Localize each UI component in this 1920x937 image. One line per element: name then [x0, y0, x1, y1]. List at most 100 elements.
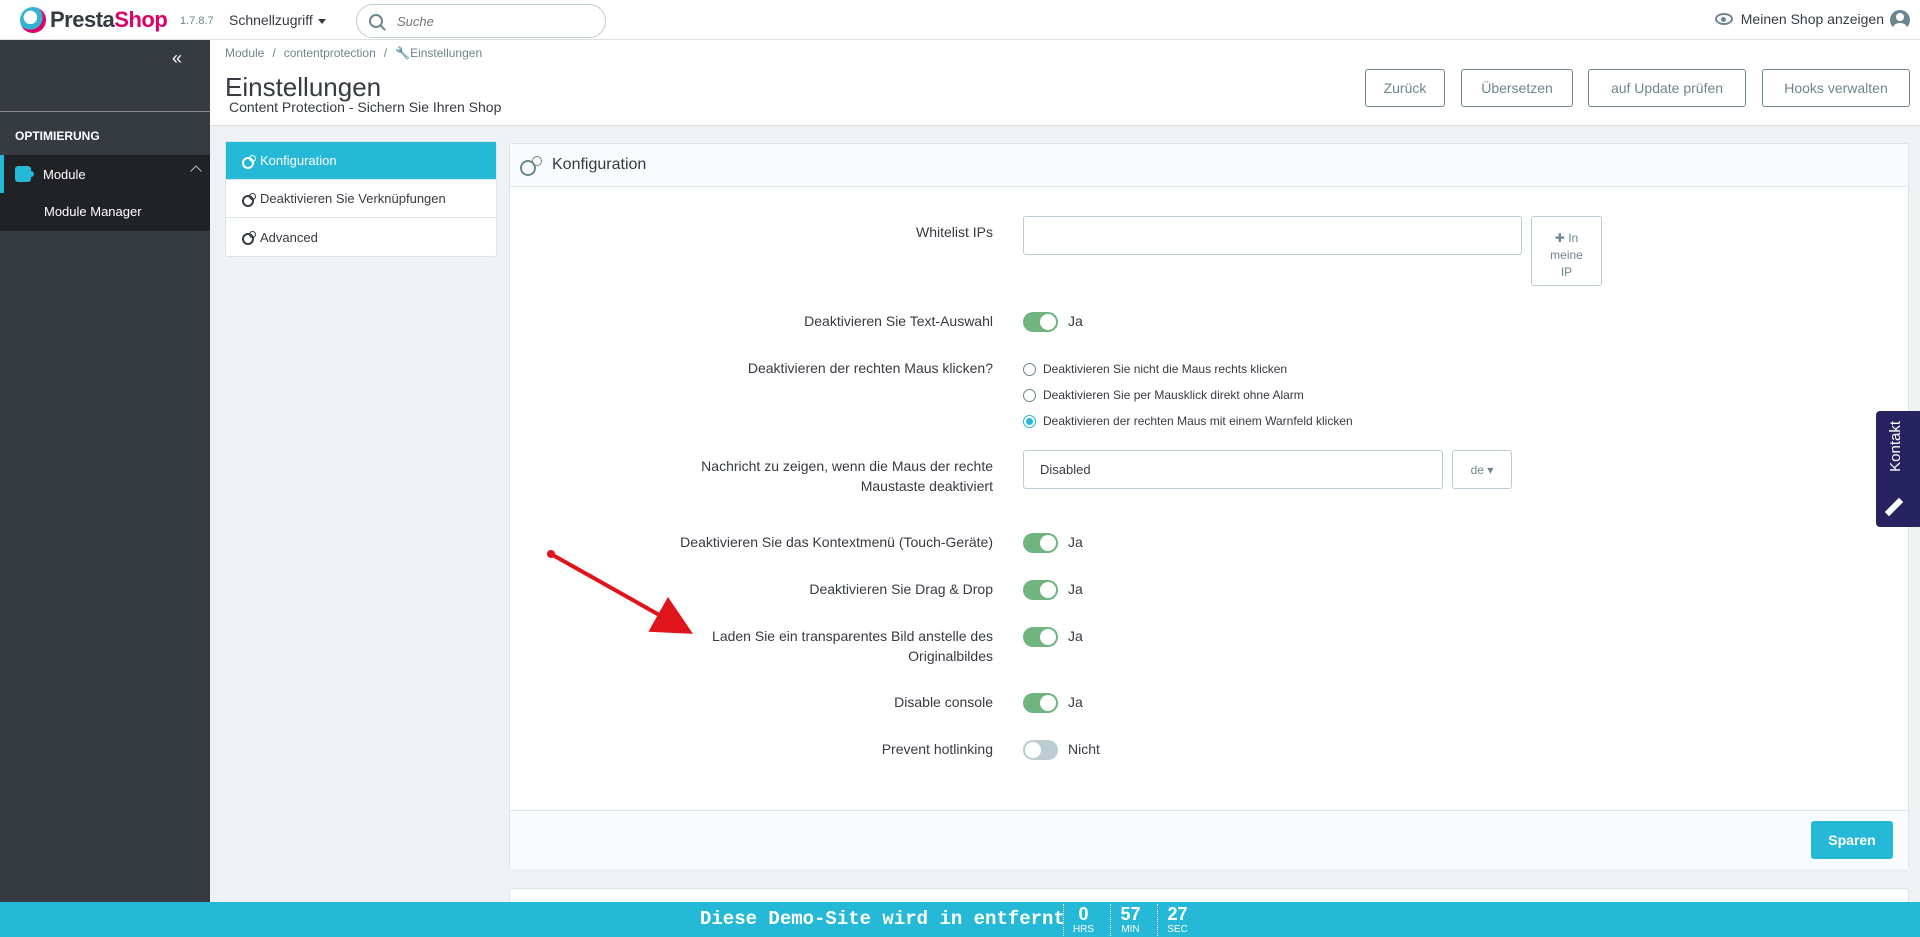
countdown-minutes-value: 57: [1120, 904, 1141, 924]
right-click-option-3[interactable]: Deaktivieren der rechten Maus mit einem …: [1023, 414, 1353, 428]
manage-hooks-button[interactable]: Hooks verwalten: [1762, 69, 1910, 107]
cogs-icon: [242, 192, 256, 207]
radio-button-selected[interactable]: [1023, 414, 1036, 428]
search-box[interactable]: [356, 4, 606, 38]
whitelist-ips-label: Whitelist IPs: [915, 224, 993, 240]
prestashop-logo[interactable]: PrestaShop: [20, 7, 168, 33]
text-selection-toggle[interactable]: [1023, 312, 1058, 332]
annotation-arrow: [547, 550, 693, 634]
prevent-hotlinking-value: Nicht: [1068, 741, 1100, 757]
countdown-hours-unit: HRS: [1072, 924, 1095, 935]
eye-icon: [1714, 13, 1733, 25]
countdown-hours-value: 0: [1078, 904, 1089, 924]
disable-console-value: Ja: [1068, 694, 1083, 710]
right-click-option-2[interactable]: Deaktivieren Sie per Mausklick direkt oh…: [1023, 388, 1304, 402]
tab-konfiguration[interactable]: Konfiguration: [226, 142, 496, 180]
tab-advanced[interactable]: Advanced: [226, 218, 496, 256]
transparent-image-value: Ja: [1068, 628, 1083, 644]
contact-label: Kontakt: [1887, 421, 1904, 472]
sidebar: « OPTIMIERUNG Module Module Manager: [0, 40, 210, 937]
logo-text-shop: Shop: [114, 7, 168, 32]
text-selection-label: Deaktivieren Sie Text-Auswahl: [804, 313, 993, 329]
cogs-icon: [520, 156, 542, 176]
transparent-label-line-1: Laden Sie ein transparentes Bild anstell…: [712, 628, 993, 644]
panel-footer: Sparen: [510, 810, 1908, 869]
countdown-seconds: 27 SEC: [1157, 904, 1197, 936]
page-toolbar: Module / contentprotection / 🔧Einstellungen …: [210, 40, 1920, 126]
transparent-image-label: Laden Sie ein transparentes Bild anstell…: [712, 626, 993, 666]
language-value: de: [1470, 462, 1484, 477]
breadcrumb-module[interactable]: Module: [225, 46, 264, 60]
right-click-label: Deaktivieren der rechten Maus klicken?: [747, 360, 993, 376]
save-button[interactable]: Sparen: [1811, 821, 1893, 859]
version-label: 1.7.8.7: [180, 15, 214, 27]
transparent-image-toggle[interactable]: [1023, 627, 1058, 647]
check-update-button[interactable]: auf Update prüfen: [1588, 69, 1746, 107]
right-click-message-input[interactable]: [1023, 450, 1443, 489]
caret-down-icon: ▾: [1487, 462, 1494, 477]
top-header: PrestaShop 1.7.8.7 Schnellzugriff Meinen…: [0, 0, 1920, 40]
search-icon[interactable]: [369, 14, 383, 28]
wrench-icon: 🔧: [395, 46, 411, 60]
ip-button-line-3: IP: [1560, 264, 1573, 279]
right-click-option-1[interactable]: Deaktivieren Sie nicht die Maus rechts k…: [1023, 362, 1287, 376]
countdown-minutes-unit: MIN: [1121, 924, 1140, 935]
back-button[interactable]: Zurück: [1365, 69, 1445, 107]
context-menu-value: Ja: [1068, 534, 1083, 550]
page-subtitle: Content Protection - Sichern Sie Ihren S…: [229, 99, 502, 115]
add-my-ip-button[interactable]: ✚ In meine IP: [1531, 216, 1602, 286]
whitelist-ips-input[interactable]: [1023, 216, 1522, 255]
radio-button[interactable]: [1023, 362, 1036, 376]
puzzle-icon: [15, 166, 34, 182]
breadcrumb-einstellungen: Einstellungen: [410, 46, 483, 60]
cogs-icon: [242, 154, 256, 169]
radio-label: Deaktivieren Sie per Mausklick direkt oh…: [1043, 388, 1304, 402]
radio-button[interactable]: [1023, 388, 1036, 402]
message-label-line-1: Nachricht zu zeigen, wenn die Maus der r…: [701, 458, 993, 474]
right-click-message-label: Nachricht zu zeigen, wenn die Maus der r…: [701, 456, 993, 496]
countdown-seconds-value: 27: [1167, 904, 1188, 924]
panel-title: Konfiguration: [552, 156, 647, 173]
language-dropdown[interactable]: de ▾: [1452, 450, 1512, 489]
countdown-hours: 0 HRS: [1063, 904, 1103, 936]
drag-drop-toggle[interactable]: [1023, 580, 1058, 600]
search-input[interactable]: [397, 13, 577, 29]
prevent-hotlinking-label: Prevent hotlinking: [881, 741, 993, 757]
sidebar-item-module[interactable]: Module: [0, 155, 210, 193]
pencil-icon: [1884, 497, 1904, 517]
config-tabs: Konfiguration Deaktivieren Sie Verknüpfu…: [225, 141, 497, 257]
sidebar-subitem-module-manager[interactable]: Module Manager: [0, 193, 210, 231]
message-label-line-2: Maustaste deaktiviert: [860, 478, 993, 494]
disable-console-toggle[interactable]: [1023, 693, 1058, 713]
user-account-icon[interactable]: [1890, 10, 1910, 30]
context-menu-label: Deaktivieren Sie das Kontextmenü (Touch-…: [680, 534, 993, 550]
tab-label: Konfiguration: [260, 153, 337, 168]
contact-tab[interactable]: Kontakt: [1876, 411, 1920, 527]
translate-button[interactable]: Übersetzen: [1461, 69, 1573, 107]
transparent-label-line-2: Originalbildes: [908, 648, 993, 664]
sidebar-item-label: Module: [43, 166, 86, 182]
sidebar-section-optimierung: OPTIMIERUNG: [15, 129, 100, 143]
sidebar-divider: [0, 111, 210, 112]
view-shop-link[interactable]: Meinen Shop anzeigen: [1714, 11, 1884, 27]
collapse-sidebar-icon[interactable]: «: [172, 48, 182, 69]
disable-console-label: Disable console: [894, 694, 993, 710]
tab-deaktivieren-verknuepfungen[interactable]: Deaktivieren Sie Verknüpfungen: [226, 180, 496, 218]
context-menu-toggle[interactable]: [1023, 533, 1058, 553]
ip-button-line-1: In: [1568, 230, 1579, 245]
drag-drop-label: Deaktivieren Sie Drag & Drop: [809, 581, 993, 597]
prevent-hotlinking-toggle[interactable]: [1023, 740, 1058, 760]
logo-text-presta: Presta: [50, 7, 115, 32]
cogs-icon: [242, 231, 256, 245]
demo-notice-text: Diese Demo-Site wird in entfernt: [700, 908, 1065, 930]
countdown-seconds-unit: SEC: [1167, 924, 1188, 935]
countdown-minutes: 57 MIN: [1110, 904, 1150, 936]
tab-label: Deaktivieren Sie Verknüpfungen: [260, 191, 446, 206]
breadcrumb-contentprotection[interactable]: contentprotection: [284, 46, 376, 60]
panel-header: Konfiguration: [510, 144, 1908, 187]
drag-drop-value: Ja: [1068, 581, 1083, 597]
quick-access-dropdown[interactable]: Schnellzugriff: [229, 12, 326, 28]
radio-label: Deaktivieren der rechten Maus mit einem …: [1043, 414, 1353, 428]
breadcrumb: Module / contentprotection / 🔧Einstellungen: [225, 46, 483, 60]
view-shop-label: Meinen Shop anzeigen: [1740, 11, 1884, 27]
